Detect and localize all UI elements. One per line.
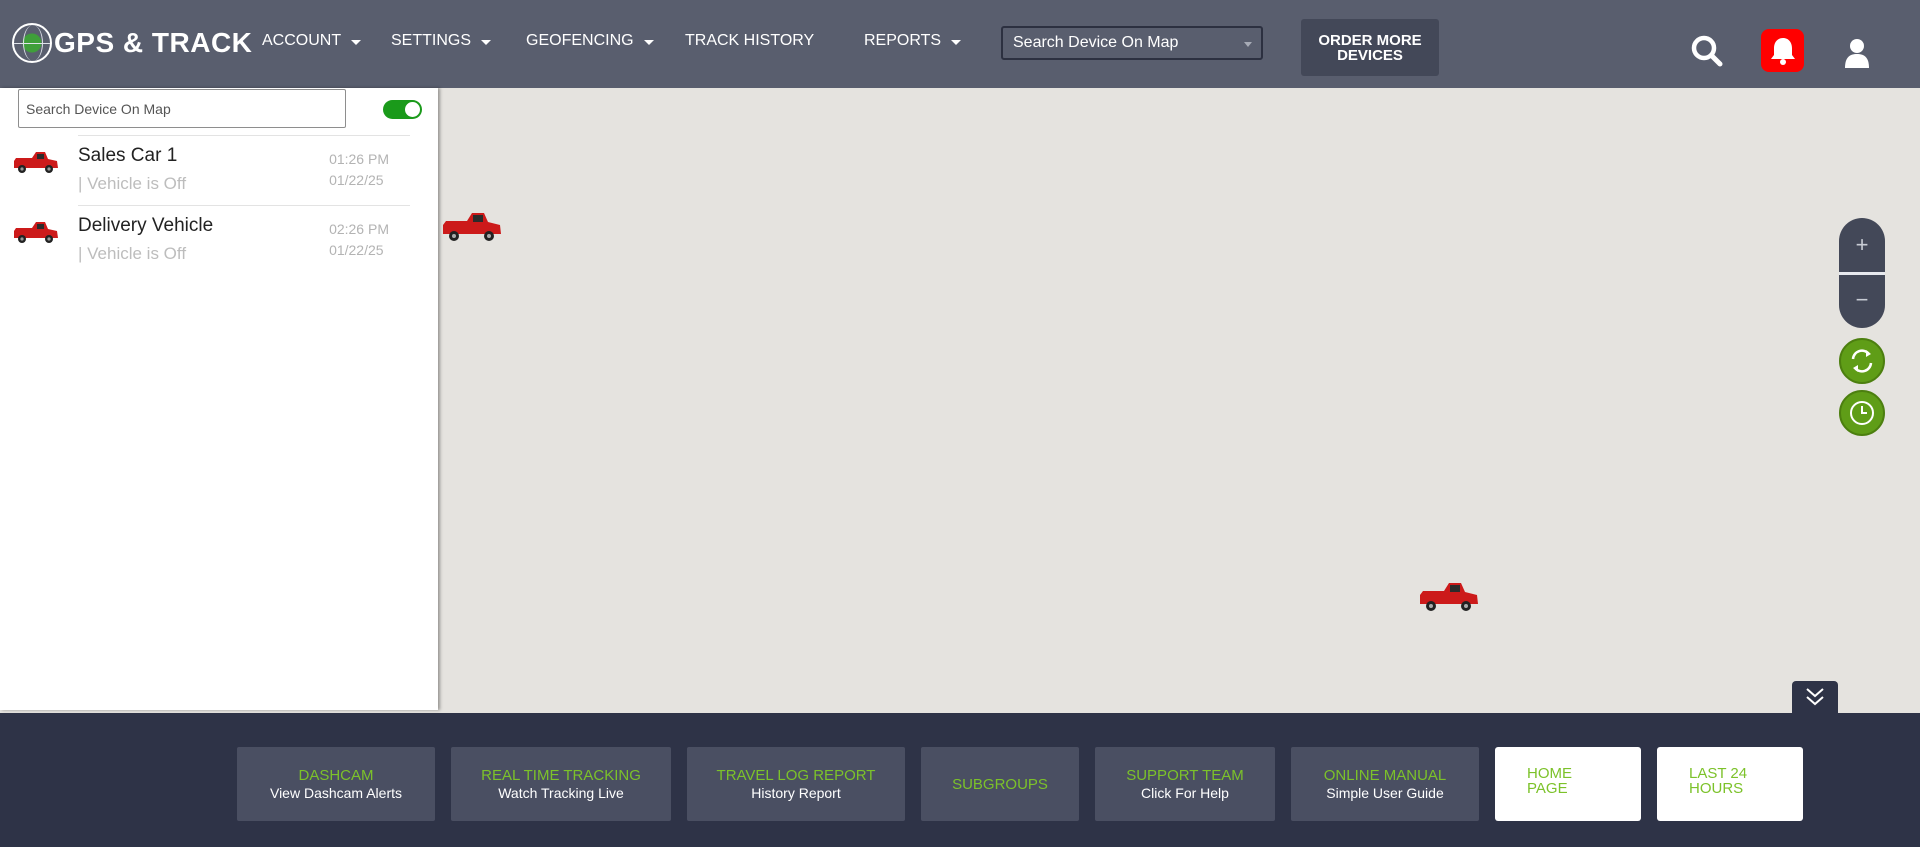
- caret-down-icon: [481, 39, 492, 45]
- support-team-title: SUPPORT TEAM: [1126, 767, 1244, 784]
- caret-down-icon: [951, 39, 962, 45]
- device-name: Sales Car 1: [78, 145, 178, 166]
- map-zoom-control: + −: [1839, 218, 1885, 328]
- nav-account-label: ACCOUNT: [262, 32, 342, 49]
- caret-down-icon: [643, 39, 654, 45]
- history-clock-button[interactable]: [1839, 390, 1885, 436]
- device-time: 02:26 PM: [329, 221, 389, 237]
- device-list-item-sales-car-1[interactable]: Sales Car 1 | Vehicle is Off 01:26 PM 01…: [0, 135, 410, 205]
- dashcam-subtitle: View Dashcam Alerts: [269, 785, 402, 801]
- travel-log-report-subtitle: History Report: [751, 785, 841, 801]
- last-24-hours-label: LAST 24 HOURS: [1689, 765, 1748, 797]
- online-manual-button[interactable]: ONLINE MANUAL Simple User Guide: [1291, 747, 1479, 821]
- nav-track-history[interactable]: TRACK HISTORY: [685, 32, 814, 50]
- chevrons-down-icon: [1806, 688, 1824, 706]
- travel-log-report-button[interactable]: TRAVEL LOG REPORT History Report: [687, 747, 905, 821]
- list-separator: [78, 135, 410, 136]
- device-time: 01:26 PM: [329, 151, 389, 167]
- user-icon[interactable]: [1842, 37, 1872, 69]
- top-navbar: GPS & TRACK ACCOUNT SETTINGS GEOFENCING …: [0, 0, 1920, 88]
- home-page-button[interactable]: HOME PAGE: [1495, 747, 1641, 821]
- device-date: 01/22/25: [329, 242, 384, 258]
- real-time-tracking-subtitle: Watch Tracking Live: [498, 785, 624, 801]
- support-team-button[interactable]: SUPPORT TEAM Click For Help: [1095, 747, 1275, 821]
- real-time-tracking-title: REAL TIME TRACKING: [481, 767, 641, 784]
- clock-icon: [1850, 401, 1874, 425]
- nav-settings[interactable]: SETTINGS: [391, 32, 492, 50]
- device-status: | Vehicle is Off: [78, 174, 187, 193]
- nav-reports[interactable]: REPORTS: [864, 32, 962, 50]
- device-list-item-delivery-vehicle[interactable]: Delivery Vehicle | Vehicle is Off 02:26 …: [0, 205, 410, 275]
- order-button-line1: ORDER MORE: [1318, 31, 1422, 49]
- real-time-tracking-button[interactable]: REAL TIME TRACKING Watch Tracking Live: [451, 747, 671, 821]
- pickup-truck-icon: [14, 222, 58, 243]
- order-more-devices-button[interactable]: ORDER MORE DEVICES: [1301, 19, 1439, 76]
- last-24-hours-button[interactable]: LAST 24 HOURS: [1657, 747, 1803, 821]
- app-logo[interactable]: GPS & TRACK: [12, 22, 252, 64]
- dashcam-button[interactable]: DASHCAM View Dashcam Alerts: [237, 747, 435, 821]
- device-date: 01/22/25: [329, 172, 384, 188]
- subgroups-button[interactable]: SUBGROUPS: [921, 747, 1079, 821]
- select-caret-icon: [1244, 42, 1252, 47]
- device-list-panel: Sales Car 1 | Vehicle is Off 01:26 PM 01…: [0, 88, 438, 710]
- nav-geofencing-label: GEOFENCING: [526, 32, 634, 49]
- map-vehicle-marker[interactable]: [440, 210, 504, 244]
- refresh-icon: [1851, 349, 1873, 373]
- order-button-line2: DEVICES: [1337, 46, 1403, 64]
- device-name: Delivery Vehicle: [78, 215, 214, 236]
- nav-account[interactable]: ACCOUNT: [262, 32, 362, 50]
- home-page-label: HOME PAGE: [1527, 765, 1572, 797]
- device-search-select-value: Search Device On Map: [1013, 34, 1179, 51]
- search-icon[interactable]: [1690, 34, 1724, 68]
- nav-track-history-label: TRACK HISTORY: [685, 32, 815, 49]
- logo-text: GPS & TRACK: [54, 27, 253, 58]
- nav-geofencing[interactable]: GEOFENCING: [526, 32, 654, 50]
- support-team-subtitle: Click For Help: [1141, 785, 1229, 801]
- online-manual-subtitle: Simple User Guide: [1326, 785, 1444, 801]
- zoom-in-button[interactable]: +: [1839, 220, 1885, 270]
- refresh-button[interactable]: [1839, 338, 1885, 384]
- show-all-toggle[interactable]: [383, 100, 422, 119]
- collapse-bottom-bar-button[interactable]: [1792, 681, 1838, 713]
- travel-log-report-title: TRAVEL LOG REPORT: [716, 767, 876, 784]
- nav-reports-label: REPORTS: [864, 32, 942, 49]
- device-timestamp: 01:26 PM 01/22/25: [329, 149, 389, 191]
- notifications-button[interactable]: [1761, 29, 1804, 72]
- device-search-select[interactable]: Search Device On Map: [1001, 26, 1263, 60]
- map-vehicle-marker[interactable]: [1417, 580, 1481, 614]
- list-separator: [78, 205, 410, 206]
- online-manual-title: ONLINE MANUAL: [1323, 767, 1447, 784]
- globe-logo-icon: [12, 23, 52, 63]
- nav-settings-label: SETTINGS: [391, 32, 472, 49]
- device-timestamp: 02:26 PM 01/22/25: [329, 219, 389, 261]
- bell-icon: [1770, 37, 1795, 65]
- subgroups-title: SUBGROUPS: [952, 775, 1048, 793]
- panel-search-input[interactable]: [18, 89, 346, 128]
- pickup-truck-icon: [14, 152, 58, 173]
- caret-down-icon: [351, 39, 362, 45]
- zoom-out-button[interactable]: −: [1839, 275, 1885, 325]
- bottom-quick-links-bar: DASHCAM View Dashcam Alerts REAL TIME TR…: [0, 713, 1920, 847]
- device-status: | Vehicle is Off: [78, 244, 187, 263]
- dashcam-title: DASHCAM: [298, 767, 374, 784]
